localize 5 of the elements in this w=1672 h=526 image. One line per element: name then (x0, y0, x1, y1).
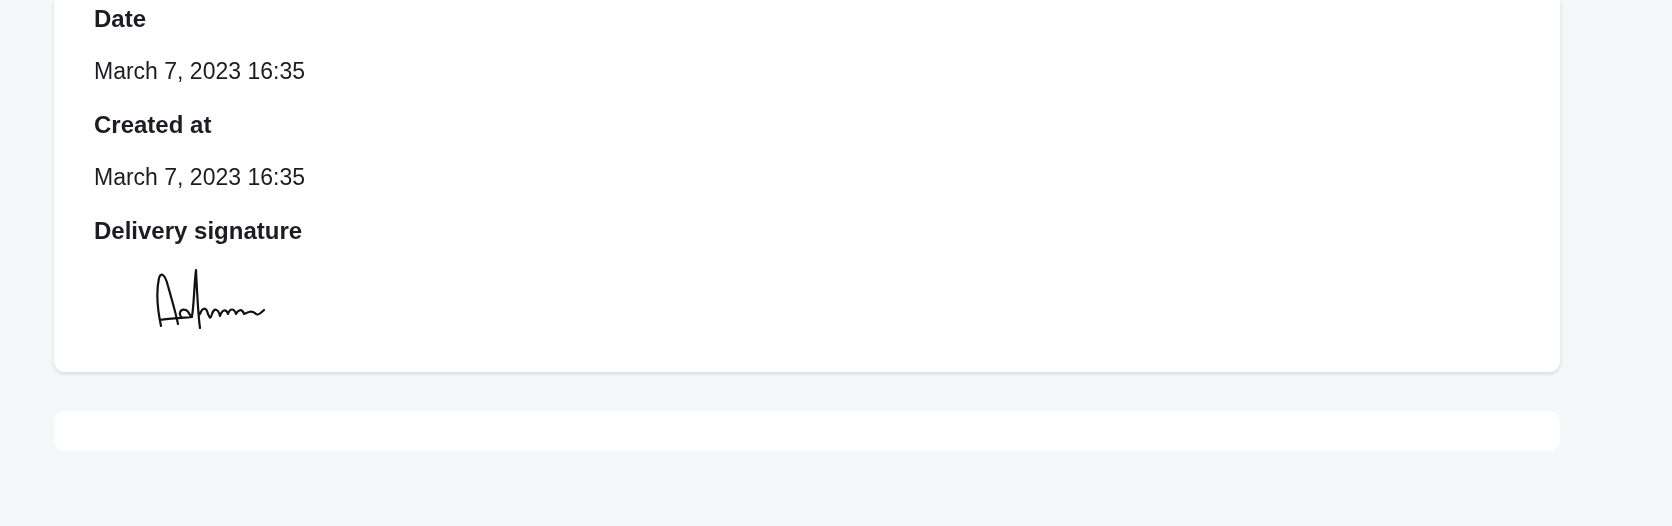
field-value: March 7, 2023 16:35 (94, 163, 306, 192)
field-label: Delivery signature (94, 216, 304, 246)
field-label: Date (94, 4, 148, 34)
field-label: Created at (94, 110, 213, 140)
field-value: March 7, 2023 16:35 (94, 57, 306, 86)
